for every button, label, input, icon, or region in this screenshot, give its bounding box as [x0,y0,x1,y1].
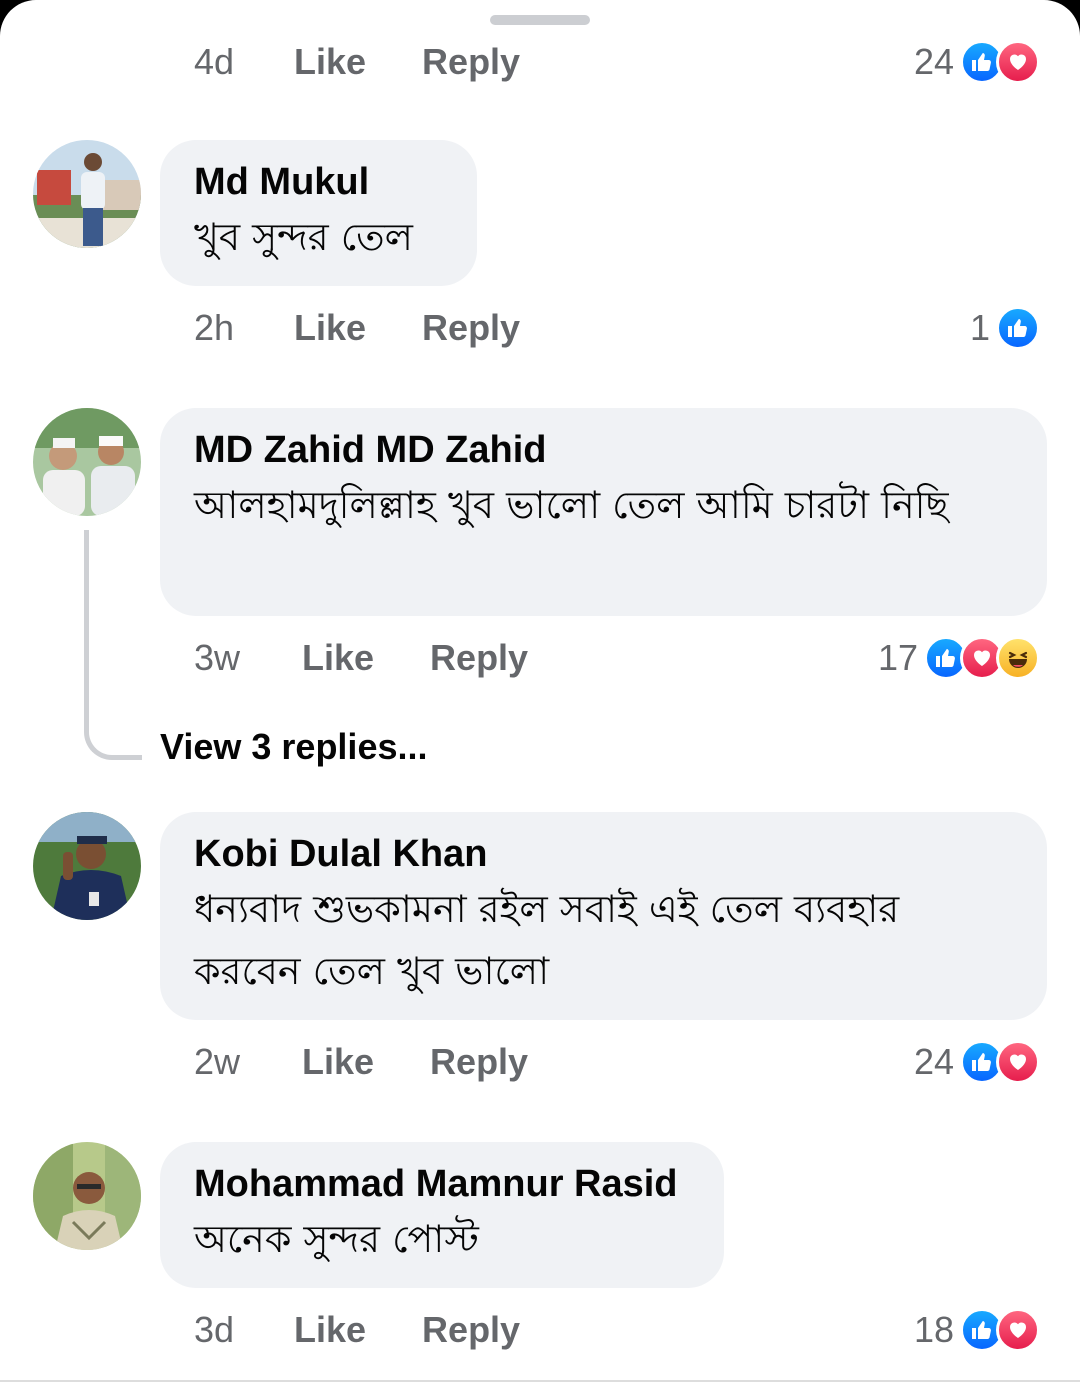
comment-text: খুব সুন্দর তেল [194,215,414,259]
like-button[interactable]: Like [294,41,366,83]
reaction-summary[interactable]: 24 [914,40,1040,84]
love-reaction-icon [996,40,1040,84]
like-button[interactable]: Like [302,637,374,679]
reaction-summary[interactable]: 24 [914,1040,1040,1084]
sheet-drag-handle[interactable] [490,15,590,25]
comment-author[interactable]: Md Mukul [194,158,443,206]
reaction-count: 1 [969,307,990,348]
comment-actions-row: 2w Like Reply 24 [194,1032,1040,1092]
reply-button[interactable]: Reply [430,1041,528,1083]
comment-text: আলহামদুলিল্লাহ খুব ভালো তেল আমি চারটা নি… [194,483,949,527]
reaction-count: 17 [877,637,918,678]
like-button[interactable]: Like [294,1309,366,1351]
comment-timestamp: 4d [194,41,235,82]
comment-bubble[interactable]: Mohammad Mamnur Rasid অনেক সুন্দর পোস্ট [160,1142,724,1288]
haha-reaction-icon [996,636,1040,680]
reply-button[interactable]: Reply [422,1309,520,1351]
comment-text: ধন্যবাদ শুভকামনা রইল সবাই এই তেল ব্যবহার… [194,887,900,993]
divider [0,1380,1080,1382]
comment-timestamp: 2h [194,307,235,348]
comment-actions-row: 2h Like Reply 1 [194,298,1040,358]
comment-actions-row: 4d Like Reply 24 [194,32,1040,92]
reaction-count: 24 [913,1041,954,1082]
love-reaction-icon [996,1308,1040,1352]
avatar[interactable] [33,408,141,516]
like-button[interactable]: Like [294,307,366,349]
comment-actions-row: 3w Like Reply 17 [194,628,1040,688]
comment-timestamp: 2w [194,1041,241,1082]
comment-bubble[interactable]: MD Zahid MD Zahid আলহামদুলিল্লাহ খুব ভাল… [160,408,1047,616]
comment-timestamp: 3w [194,637,241,678]
comments-sheet: 4d Like Reply 24 Md Mukul খুব সুন্দর তেল… [0,0,1080,1385]
comment-author[interactable]: Kobi Dulal Khan [194,830,1013,878]
comment-author[interactable]: Mohammad Mamnur Rasid [194,1160,690,1208]
love-reaction-icon [996,1040,1040,1084]
avatar[interactable] [33,1142,141,1250]
comment-text: অনেক সুন্দর পোস্ট [194,1217,479,1261]
reply-button[interactable]: Reply [422,41,520,83]
reaction-summary[interactable]: 17 [878,636,1040,680]
comment-bubble[interactable]: Kobi Dulal Khan ধন্যবাদ শুভকামনা রইল সবা… [160,812,1047,1020]
comment-timestamp: 3d [194,1309,235,1350]
comment-author[interactable]: MD Zahid MD Zahid [194,426,1013,474]
reaction-summary[interactable]: 1 [970,306,1040,350]
reaction-count: 18 [913,1309,954,1350]
comment-bubble[interactable]: Md Mukul খুব সুন্দর তেল [160,140,477,286]
reply-thread-line [84,530,142,760]
like-reaction-icon [996,306,1040,350]
reaction-count: 24 [913,41,954,82]
avatar[interactable] [33,140,141,248]
comment-actions-row: 3d Like Reply 18 [194,1300,1040,1360]
reply-button[interactable]: Reply [422,307,520,349]
reply-button[interactable]: Reply [430,637,528,679]
like-button[interactable]: Like [302,1041,374,1083]
view-replies-link[interactable]: View 3 replies... [160,726,428,768]
reaction-summary[interactable]: 18 [914,1308,1040,1352]
avatar[interactable] [33,812,141,920]
